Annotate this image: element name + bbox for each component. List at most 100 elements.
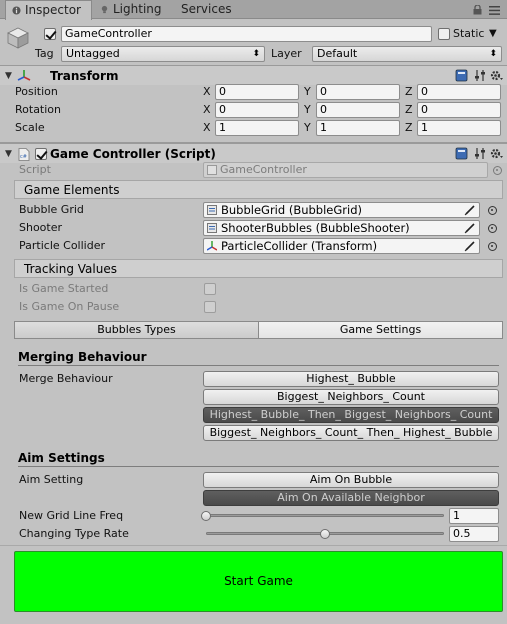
- script-icon: [207, 223, 217, 233]
- merge-behaviour-option-button[interactable]: Biggest_ Neighbors_ Count_ Then_ Highest…: [203, 425, 499, 441]
- gameobject-cube-icon: [7, 27, 29, 49]
- is-game-on-pause-checkbox: [204, 301, 216, 313]
- new-grid-line-freq-value-field[interactable]: 1: [449, 508, 499, 524]
- transform-header[interactable]: ▼ Transform: [0, 65, 507, 85]
- game-elements-title: Game Elements: [24, 183, 120, 197]
- dropdown-arrows-icon: ⬍: [489, 49, 497, 59]
- script-icon: [207, 205, 217, 215]
- section-divider: [18, 365, 499, 366]
- particle-collider-label: Particle Collider: [19, 239, 105, 252]
- tab-services[interactable]: Services: [181, 0, 241, 19]
- particle-collider-value: ParticleCollider (Transform): [221, 239, 378, 253]
- foldout-arrow-icon[interactable]: ▼: [5, 66, 12, 86]
- transform-icon: [207, 241, 217, 251]
- rotation-x-field[interactable]: 0: [215, 102, 299, 118]
- gameobject-name-field[interactable]: GameController: [61, 26, 432, 42]
- preset-sliders-icon[interactable]: [474, 147, 487, 160]
- static-checkbox[interactable]: [438, 28, 450, 40]
- window-tab-bar: Inspector Lighting Services: [0, 0, 507, 20]
- shooter-value: ShooterBubbles (BubbleShooter): [221, 221, 410, 235]
- particle-collider-object-field[interactable]: ParticleCollider (Transform): [203, 238, 480, 254]
- info-icon: [12, 6, 21, 15]
- changing-type-rate-value-field[interactable]: 0.5: [449, 526, 499, 542]
- axis-y-label[interactable]: Y: [304, 120, 311, 136]
- edit-pencil-icon[interactable]: [464, 204, 476, 216]
- merging-behaviour-title: Merging Behaviour: [18, 350, 147, 364]
- scale-x-field[interactable]: 1: [215, 120, 299, 136]
- tag-label: Tag: [35, 47, 54, 60]
- help-book-icon[interactable]: [455, 69, 468, 82]
- merge-behaviour-option-button[interactable]: Highest_ Bubble: [203, 371, 499, 387]
- gear-icon[interactable]: [490, 69, 503, 82]
- bubble-grid-object-field[interactable]: BubbleGrid (BubbleGrid): [203, 202, 480, 218]
- tab-services-label: Services: [181, 2, 232, 16]
- section-divider: [18, 466, 499, 467]
- layer-dropdown[interactable]: Default ⬍: [312, 46, 502, 62]
- position-y-field[interactable]: 0: [316, 84, 400, 100]
- lock-icon[interactable]: [473, 5, 482, 15]
- new-grid-line-freq-slider-thumb[interactable]: [201, 511, 211, 521]
- script-component-title: Game Controller (Script): [50, 147, 216, 161]
- axis-y-label[interactable]: Y: [304, 84, 311, 100]
- merge-behaviour-label: Merge Behaviour: [19, 372, 113, 385]
- position-z-field[interactable]: 0: [417, 84, 501, 100]
- aim-setting-option-button[interactable]: Aim On Available Neighbor: [203, 490, 499, 506]
- new-grid-line-freq-label: New Grid Line Freq: [19, 509, 124, 522]
- svg-text:c#: c#: [20, 154, 27, 160]
- preset-sliders-icon[interactable]: [474, 69, 487, 82]
- merge-behaviour-option-button[interactable]: Biggest_ Neighbors_ Count: [203, 389, 499, 405]
- tab-lighting-label: Lighting: [113, 2, 162, 16]
- tag-dropdown[interactable]: Untagged ⬍: [61, 46, 265, 62]
- changing-type-rate-slider-thumb[interactable]: [320, 529, 330, 539]
- start-game-button[interactable]: Start Game: [14, 551, 503, 612]
- script-enabled-toggle[interactable]: [35, 148, 47, 160]
- tab-inspector-label: Inspector: [25, 3, 81, 17]
- tracking-values-header: Tracking Values: [14, 259, 503, 278]
- tab-game-settings[interactable]: Game Settings: [258, 321, 503, 339]
- menu-icon[interactable]: [489, 6, 500, 15]
- tab-lighting[interactable]: Lighting: [100, 0, 170, 19]
- axis-z-label[interactable]: Z: [405, 84, 413, 100]
- script-field: GameController: [203, 162, 488, 178]
- merge-behaviour-option-button[interactable]: Highest_ Bubble_ Then_ Biggest_ Neighbor…: [203, 407, 499, 423]
- tab-bubbles-types[interactable]: Bubbles Types: [14, 321, 259, 339]
- object-picker-icon[interactable]: [488, 242, 497, 251]
- help-book-icon[interactable]: [455, 147, 468, 160]
- object-picker-icon[interactable]: [488, 224, 497, 233]
- foldout-arrow-icon[interactable]: ▼: [5, 144, 12, 164]
- position-x-field[interactable]: 0: [215, 84, 299, 100]
- edit-pencil-icon[interactable]: [464, 222, 476, 234]
- tab-inspector[interactable]: Inspector: [5, 0, 92, 20]
- scale-z-field[interactable]: 1: [417, 120, 501, 136]
- shooter-label: Shooter: [19, 221, 63, 234]
- rotation-y-field[interactable]: 0: [316, 102, 400, 118]
- script-value: GameController: [220, 163, 307, 176]
- edit-pencil-icon[interactable]: [464, 240, 476, 252]
- script-label: Script: [19, 163, 51, 176]
- game-elements-header: Game Elements: [14, 180, 503, 199]
- new-grid-line-freq-slider-track[interactable]: [206, 514, 444, 517]
- static-dropdown-arrow-icon[interactable]: ▼: [489, 26, 497, 42]
- axis-x-label[interactable]: X: [203, 84, 211, 100]
- object-picker-icon[interactable]: [488, 206, 497, 215]
- axis-z-label[interactable]: Z: [405, 102, 413, 118]
- aim-setting-label: Aim Setting: [19, 473, 84, 486]
- gameobject-active-toggle[interactable]: [44, 28, 56, 40]
- aim-settings-title: Aim Settings: [18, 451, 105, 465]
- tracking-values-title: Tracking Values: [24, 262, 117, 276]
- csharp-script-icon: [207, 165, 217, 175]
- object-picker-icon: [493, 166, 502, 175]
- axis-x-label[interactable]: X: [203, 120, 211, 136]
- scale-y-field[interactable]: 1: [316, 120, 400, 136]
- bubble-grid-value: BubbleGrid (BubbleGrid): [221, 203, 362, 217]
- script-component-header[interactable]: ▼ c# Game Controller (Script): [0, 143, 507, 163]
- shooter-object-field[interactable]: ShooterBubbles (BubbleShooter): [203, 220, 480, 236]
- rotation-z-field[interactable]: 0: [417, 102, 501, 118]
- bubble-grid-label: Bubble Grid: [19, 203, 84, 216]
- axis-x-label[interactable]: X: [203, 102, 211, 118]
- gear-icon[interactable]: [490, 147, 503, 160]
- tag-value: Untagged: [66, 47, 120, 60]
- axis-y-label[interactable]: Y: [304, 102, 311, 118]
- axis-z-label[interactable]: Z: [405, 120, 413, 136]
- aim-setting-option-button[interactable]: Aim On Bubble: [203, 472, 499, 488]
